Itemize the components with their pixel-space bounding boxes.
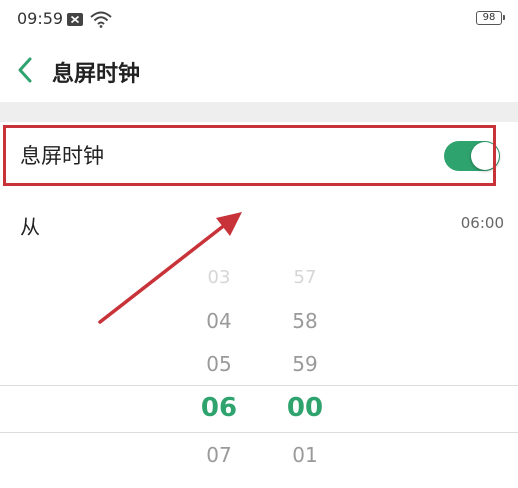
aod-clock-toggle[interactable] bbox=[444, 141, 500, 171]
minute-option[interactable]: 59 bbox=[265, 352, 345, 376]
status-bar: 09:59 98 bbox=[0, 0, 518, 40]
page-title: 息屏时钟 bbox=[52, 62, 141, 87]
hour-option[interactable]: 05 bbox=[179, 352, 259, 376]
hour-wheel[interactable]: 03 04 05 06 07 bbox=[179, 250, 259, 488]
time-picker[interactable]: 03 04 05 06 07 57 58 59 00 01 bbox=[0, 250, 518, 488]
hour-option[interactable]: 07 bbox=[179, 443, 259, 467]
battery-level: 98 bbox=[482, 12, 496, 23]
minute-wheel[interactable]: 57 58 59 00 01 bbox=[265, 250, 345, 488]
hour-option[interactable]: 03 bbox=[179, 267, 259, 288]
selected-hour[interactable]: 06 bbox=[179, 393, 259, 423]
from-label: 从 bbox=[20, 215, 40, 239]
battery-icon: 98 bbox=[476, 11, 505, 25]
app-header: 息屏时钟 bbox=[0, 40, 518, 102]
from-time-row[interactable]: 从 06:00 bbox=[0, 195, 518, 249]
back-button[interactable] bbox=[10, 54, 40, 86]
minute-option[interactable]: 01 bbox=[265, 443, 345, 467]
picker-bottom-divider bbox=[0, 432, 518, 433]
minute-option[interactable]: 58 bbox=[265, 309, 345, 333]
status-time: 09:59 bbox=[17, 9, 64, 28]
from-time-value: 06:00 bbox=[460, 214, 504, 232]
minute-option[interactable]: 57 bbox=[265, 267, 345, 288]
aod-clock-setting-row[interactable]: 息屏时钟 bbox=[0, 122, 518, 188]
selected-minute[interactable]: 00 bbox=[265, 393, 345, 423]
picker-top-divider bbox=[0, 385, 518, 386]
wifi-icon bbox=[90, 11, 112, 28]
hour-option[interactable]: 04 bbox=[179, 309, 259, 333]
chevron-left-icon bbox=[18, 57, 32, 83]
section-divider bbox=[0, 102, 518, 122]
notification-x-icon bbox=[67, 13, 83, 26]
aod-clock-label: 息屏时钟 bbox=[20, 144, 104, 168]
toggle-knob bbox=[471, 142, 499, 170]
